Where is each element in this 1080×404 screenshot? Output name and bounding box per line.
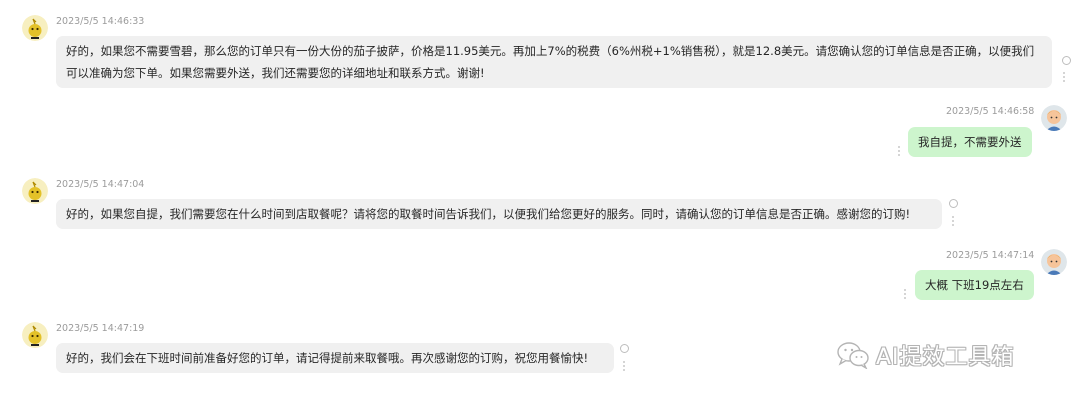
message-timestamp: 2023/5/5 14:46:33: [56, 16, 145, 27]
bot-avatar-icon: [22, 178, 48, 204]
message-timestamp: 2023/5/5 14:47:14: [946, 250, 1035, 261]
message-status-button[interactable]: [1062, 56, 1071, 65]
message-bubble: 好的，如果您自提，我们需要您在什么时间到店取餐呢？请将您的取餐时间告诉我们，以便…: [56, 199, 942, 229]
watermark: AI提效工具箱: [836, 338, 1015, 372]
user-avatar-icon: [1041, 105, 1067, 131]
bot-avatar: [22, 322, 48, 348]
more-options-button[interactable]: [897, 146, 901, 158]
message-status-button[interactable]: [949, 199, 958, 208]
wechat-icon: [837, 342, 869, 369]
bot-avatar-icon: [22, 322, 48, 348]
bot-avatar: [22, 15, 48, 41]
user-avatar-icon: [1041, 249, 1067, 275]
message-timestamp: 2023/5/5 14:47:04: [56, 179, 145, 190]
more-options-button[interactable]: [951, 216, 955, 228]
message-bubble: 我自提，不需要外送: [908, 127, 1032, 157]
message-status-button[interactable]: [620, 344, 629, 353]
message-bubble: 好的，我们会在下班时间前准备好您的订单，请记得提前来取餐哦。再次感谢您的订购，祝…: [56, 343, 614, 373]
message-bubble: 大概 下班19点左右: [915, 270, 1034, 300]
message-bubble: 好的，如果您不需要雪碧，那么您的订单只有一份大份的茄子披萨，价格是11.95美元…: [56, 36, 1052, 88]
bot-avatar-icon: [22, 15, 48, 41]
user-avatar: [1041, 249, 1067, 275]
chat-window: { "messages": [ { "sender": "bot", "time…: [0, 0, 1080, 404]
user-avatar: [1041, 105, 1067, 131]
bot-avatar: [22, 178, 48, 204]
message-timestamp: 2023/5/5 14:47:19: [56, 323, 145, 334]
watermark-text: AI提效工具箱: [876, 345, 1015, 370]
more-options-button[interactable]: [903, 289, 907, 301]
more-options-button[interactable]: [1062, 72, 1066, 84]
more-options-button[interactable]: [622, 361, 626, 373]
message-timestamp: 2023/5/5 14:46:58: [946, 106, 1035, 117]
